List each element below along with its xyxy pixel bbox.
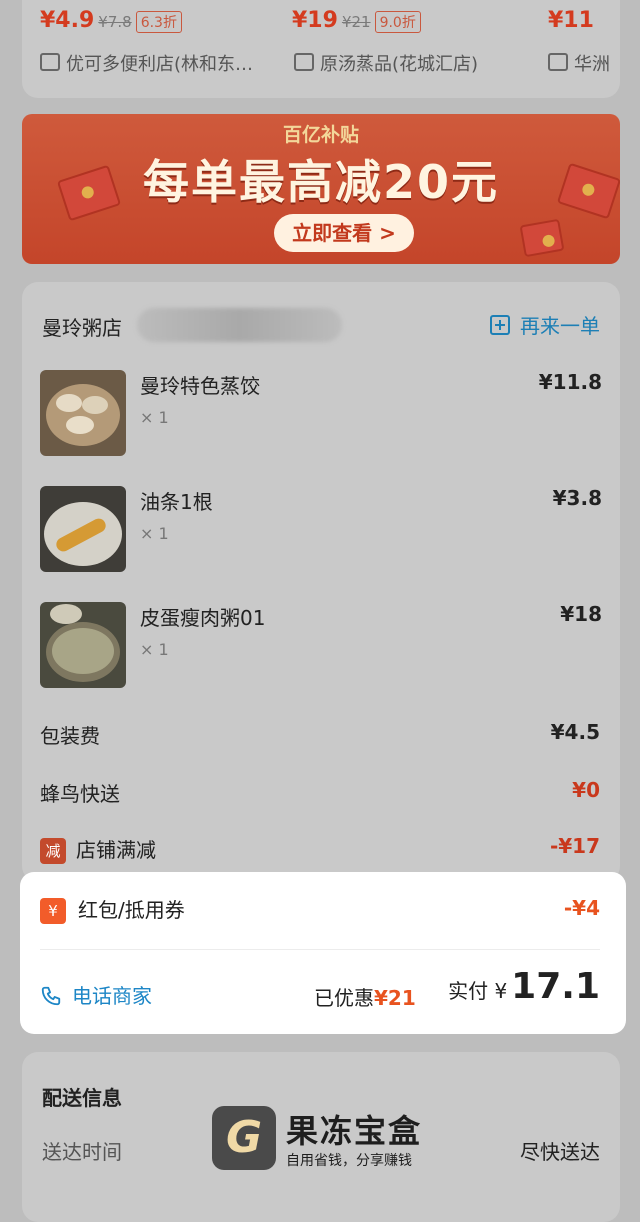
delivery-time-value: 尽快送达 (520, 1140, 600, 1164)
store-discount-label-group: 减店铺满减 (40, 834, 156, 864)
pay-label: 实付 (448, 979, 489, 1003)
redpacket-row[interactable]: ¥ 红包/抵用券 (40, 894, 185, 924)
delivery-fee-label: 蜂鸟快送 (40, 782, 120, 806)
red-envelope-icon (519, 218, 565, 258)
reorder-label: 再来一单 (520, 314, 600, 338)
redpacket-label: 红包/抵用券 (78, 898, 185, 922)
promo-banner[interactable]: 百亿补贴 每单最高减20元 立即查看 > (22, 114, 620, 264)
item-quantity: × 1 (140, 408, 169, 427)
item-name: 曼玲特色蒸饺 (140, 374, 260, 398)
blurred-shop-suffix (137, 308, 342, 342)
banner-cta-button[interactable]: 立即查看 > (274, 214, 414, 252)
plus-icon (490, 315, 510, 335)
recommendation-card: ¥4.9 ¥7.8 6.3折 优可多便利店(林和东… ¥19 ¥21 9.0折 原汤蒸品… (22, 0, 620, 98)
original-price: ¥21 (341, 13, 371, 31)
pay-currency: ¥ (494, 979, 508, 1003)
actual-payment: 实付 ¥17.1 (448, 966, 600, 1007)
youtiao-photo (40, 486, 126, 572)
original-price: ¥7.8 (98, 13, 132, 31)
order-summary-highlight: ¥ 红包/抵用券 -¥4 电话商家 已优惠¥21 实付 ¥17.1 (20, 872, 626, 1034)
dumpling-photo (40, 370, 126, 456)
recommendation-store[interactable]: 原汤蒸品(花城汇店) (294, 50, 478, 76)
packing-fee-value: ¥4.5 (550, 720, 600, 744)
store-name: 原汤蒸品(花城汇店) (320, 54, 479, 75)
store-name: 华洲 (574, 54, 610, 75)
delivery-fee-row: 蜂鸟快送 ¥0 (40, 778, 600, 808)
store-icon (294, 53, 314, 71)
item-quantity: × 1 (140, 524, 169, 543)
pay-amount: 17.1 (511, 966, 600, 1007)
discount-tag: 6.3折 (135, 11, 182, 33)
store-discount-row: 减店铺满减 -¥17 (40, 834, 600, 864)
call-merchant-label: 电话商家 (72, 984, 152, 1008)
shop-name[interactable]: 曼玲粥店 (42, 312, 122, 341)
item-price: ¥11.8 (538, 370, 602, 394)
item-quantity: × 1 (140, 640, 169, 659)
phone-icon (41, 986, 61, 1006)
delivery-info-title: 配送信息 (42, 1086, 122, 1110)
recommendation-price[interactable]: ¥4.9 ¥7.8 6.3折 (40, 8, 182, 33)
banner-headline: 每单最高减20元 (142, 155, 499, 209)
store-name: 优可多便利店(林和东… (66, 54, 254, 75)
packing-fee-label: 包装费 (40, 724, 100, 748)
order-item[interactable]: 曼玲特色蒸饺 × 1 ¥11.8 (40, 370, 602, 458)
price-value: ¥11 (548, 8, 594, 33)
recommendation-price[interactable]: ¥19 ¥21 9.0折 (292, 8, 421, 33)
store-discount-label: 店铺满减 (76, 838, 156, 862)
recommendation-price[interactable]: ¥11 (548, 8, 594, 33)
discount-tag: 9.0折 (374, 11, 421, 33)
recommendation-store[interactable]: 华洲 (548, 50, 610, 76)
order-item[interactable]: 皮蛋瘦肉粥01 × 1 ¥18 (40, 602, 602, 690)
coupon-icon: ¥ (40, 898, 66, 924)
store-icon (548, 53, 568, 71)
redpacket-value: -¥4 (563, 896, 600, 920)
recommendation-store[interactable]: 优可多便利店(林和东… (40, 50, 253, 76)
order-item[interactable]: 油条1根 × 1 ¥3.8 (40, 486, 602, 574)
discount-badge-icon: 减 (40, 838, 66, 864)
saved-amount: 已优惠¥21 (314, 982, 416, 1011)
item-price: ¥3.8 (552, 486, 602, 510)
saved-value: ¥21 (374, 986, 416, 1010)
store-discount-value: -¥17 (549, 834, 600, 858)
delivery-fee-value: ¥0 (572, 778, 600, 802)
item-price: ¥18 (560, 602, 602, 626)
watermark: G 果冻宝盒 自用省钱，分享赚钱 (212, 1106, 452, 1172)
divider (40, 949, 600, 950)
congee-photo (40, 602, 126, 688)
watermark-slogan: 自用省钱，分享赚钱 (286, 1153, 412, 1169)
order-card: 曼玲粥店 再来一单 曼玲特色蒸饺 × 1 ¥11.8 油条1根 × 1 ¥3.8 (22, 282, 620, 882)
price-value: ¥19 (292, 8, 338, 33)
item-name: 油条1根 (140, 490, 213, 514)
watermark-name: 果冻宝盒 (286, 1112, 423, 1150)
store-icon (40, 53, 60, 71)
saved-label: 已优惠 (314, 986, 374, 1010)
packing-fee-row: 包装费 ¥4.5 (40, 720, 600, 750)
item-name: 皮蛋瘦肉粥01 (140, 606, 266, 630)
delivery-time-label: 送达时间 (42, 1140, 122, 1164)
watermark-logo-icon: G (212, 1106, 276, 1170)
call-merchant-button[interactable]: 电话商家 (40, 980, 152, 1009)
reorder-button[interactable]: 再来一单 (490, 310, 600, 339)
price-value: ¥4.9 (40, 8, 95, 33)
banner-subtitle: 百亿补贴 (282, 124, 359, 146)
